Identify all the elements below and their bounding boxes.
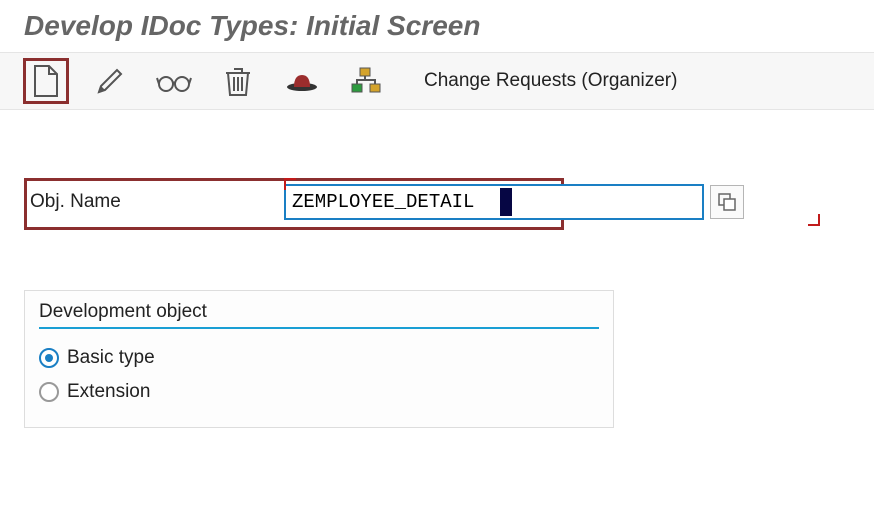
create-button[interactable] xyxy=(24,59,68,103)
radio-indicator-extension xyxy=(39,382,59,402)
hat-button[interactable] xyxy=(280,59,324,103)
group-title: Development object xyxy=(39,301,599,329)
change-requests-link[interactable]: Change Requests (Organizer) xyxy=(424,70,677,92)
hierarchy-button[interactable] xyxy=(344,59,388,103)
page-title: Develop IDoc Types: Initial Screen xyxy=(0,0,874,52)
value-help-icon xyxy=(718,193,736,211)
obj-name-input[interactable] xyxy=(284,184,704,220)
hat-icon xyxy=(285,69,319,93)
radio-basic-type[interactable]: Basic type xyxy=(39,341,599,375)
text-cursor xyxy=(500,188,512,216)
display-button[interactable] xyxy=(152,59,196,103)
edit-button[interactable] xyxy=(88,59,132,103)
development-object-group: Development object Basic type Extension xyxy=(24,290,614,428)
radio-indicator-basic xyxy=(39,348,59,368)
radio-label-extension: Extension xyxy=(67,381,150,403)
glasses-icon xyxy=(156,70,192,92)
obj-name-input-wrap xyxy=(284,184,744,220)
obj-name-row: Obj. Name xyxy=(24,184,850,220)
value-help-button[interactable] xyxy=(710,185,744,219)
obj-name-label: Obj. Name xyxy=(24,191,284,213)
pencil-icon xyxy=(95,66,125,96)
radio-extension[interactable]: Extension xyxy=(39,375,599,409)
trash-icon xyxy=(224,65,252,97)
hierarchy-icon xyxy=(350,66,382,96)
delete-button[interactable] xyxy=(216,59,260,103)
toolbar: Change Requests (Organizer) xyxy=(0,52,874,110)
content-area: Obj. Name Development object Basic type … xyxy=(0,110,874,452)
corner-mark-br xyxy=(808,214,820,226)
new-document-icon xyxy=(31,64,61,98)
radio-label-basic: Basic type xyxy=(67,347,155,369)
